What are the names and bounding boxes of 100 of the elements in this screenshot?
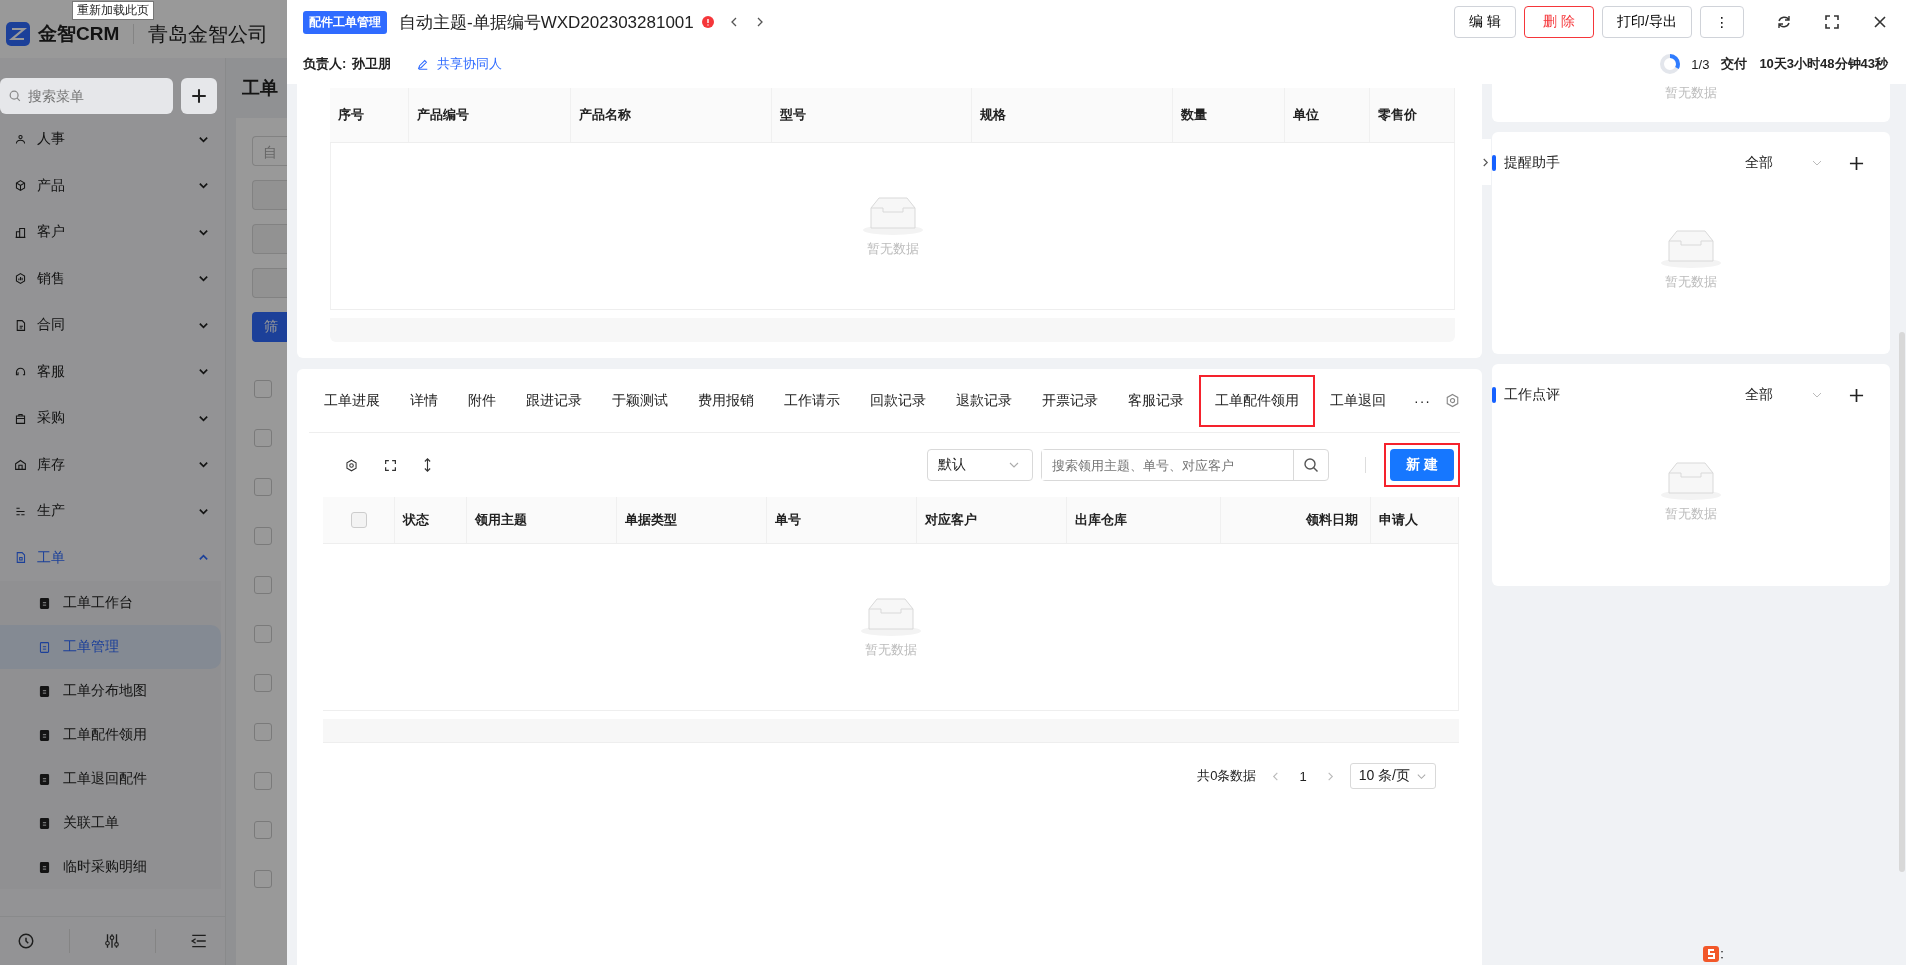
empty-box-icon xyxy=(1659,227,1723,269)
nav-item[interactable]: 采购 xyxy=(0,395,225,442)
filter-button[interactable]: 筛 xyxy=(252,312,287,342)
tab[interactable]: 工单退回 xyxy=(1315,377,1401,424)
nav-subitem[interactable]: 工单退回配件 xyxy=(0,757,221,801)
search-icon xyxy=(1303,457,1319,473)
tab[interactable]: 详情 xyxy=(395,377,453,424)
more-tabs-button[interactable]: ··· xyxy=(1414,392,1431,409)
column-header: 规格 xyxy=(972,88,1173,142)
tab[interactable]: 退款记录 xyxy=(941,377,1027,424)
nav-subitem[interactable]: 工单分布地图 xyxy=(0,669,221,713)
column-header: 出库仓库 xyxy=(1067,497,1221,543)
refresh-icon[interactable] xyxy=(1776,14,1792,30)
row-height-icon[interactable] xyxy=(423,458,432,472)
column-header: 型号 xyxy=(772,88,972,142)
search-field[interactable]: 搜索领用主题、单号、对应客户 xyxy=(1041,449,1329,481)
close-icon[interactable] xyxy=(1872,14,1888,30)
total-count: 共0条数据 xyxy=(1197,767,1257,785)
header-button[interactable]: 删 除 xyxy=(1524,6,1595,38)
tab[interactable]: 附件 xyxy=(453,377,511,424)
chevron-icon xyxy=(198,180,209,192)
header-button[interactable]: ⋮ xyxy=(1700,6,1744,38)
tab[interactable]: 工作请示 xyxy=(769,377,855,424)
nav-item[interactable]: 库存 xyxy=(0,441,225,488)
empty-text: 暂无数据 xyxy=(1665,84,1717,102)
nav-subitem[interactable]: 关联工单 xyxy=(0,801,221,845)
column-header: 领料日期 xyxy=(1221,497,1371,543)
tab[interactable]: 工单配件领用 xyxy=(1199,374,1315,427)
fullscreen-icon[interactable] xyxy=(384,458,397,472)
header-button[interactable]: 编 辑 xyxy=(1454,6,1517,38)
document-icon xyxy=(38,728,51,742)
owner-label: 负责人: xyxy=(303,55,347,73)
column-header: 单位 xyxy=(1285,88,1370,142)
tab[interactable]: 工单进展 xyxy=(309,377,395,424)
menu-search-field[interactable]: 搜索菜单 xyxy=(0,78,173,114)
tab[interactable]: 跟进记录 xyxy=(511,377,597,424)
panel-filter-select[interactable]: 全部 xyxy=(1745,386,1823,404)
row-checkbox[interactable] xyxy=(254,674,272,692)
add-icon[interactable] xyxy=(1849,155,1864,171)
tab[interactable]: 于颖测试 xyxy=(597,377,683,424)
nav-item[interactable]: 生产 xyxy=(0,488,225,535)
scrollbar-thumb[interactable] xyxy=(1899,332,1905,872)
empty-text: 暂无数据 xyxy=(864,641,917,659)
column-header: 对应客户 xyxy=(917,497,1067,543)
row-checkbox[interactable] xyxy=(254,870,272,888)
menu-search-field[interactable]: 搜索菜单 xyxy=(26,87,150,105)
page-size-select[interactable]: 10 条/页 xyxy=(1349,763,1436,789)
sliders-icon[interactable] xyxy=(103,932,122,950)
row-checkbox[interactable] xyxy=(254,625,272,643)
history-icon[interactable] xyxy=(16,932,35,950)
progress-ring xyxy=(1659,53,1682,75)
filter-field[interactable] xyxy=(252,268,287,298)
module-badge: 配件工单管理 xyxy=(303,10,387,34)
filter-field[interactable] xyxy=(252,224,287,254)
chevron-icon xyxy=(198,459,209,471)
collapse-icon[interactable] xyxy=(190,932,209,950)
tab[interactable]: 费用报销 xyxy=(683,377,769,424)
row-checkbox[interactable] xyxy=(254,527,272,545)
nav-item[interactable]: 客户 xyxy=(0,209,225,256)
row-checkbox[interactable] xyxy=(254,380,272,398)
page-number[interactable]: 1 xyxy=(1295,768,1311,784)
add-icon[interactable] xyxy=(1849,387,1864,403)
column-header: 单据类型 xyxy=(617,497,767,543)
collapse-panel-button[interactable] xyxy=(1479,139,1491,185)
document-icon xyxy=(38,860,51,874)
column-header: 零售价 xyxy=(1370,88,1455,142)
row-checkbox[interactable] xyxy=(254,576,272,594)
add-button[interactable] xyxy=(181,78,217,114)
empty-text: 暂无数据 xyxy=(866,240,919,258)
nav-item[interactable]: 产品 xyxy=(0,162,225,209)
new-button[interactable]: 新 建 xyxy=(1390,449,1454,481)
filter-select[interactable]: 默认 xyxy=(927,449,1033,481)
nav-item[interactable]: 合同 xyxy=(0,302,225,349)
row-checkbox[interactable] xyxy=(254,478,272,496)
filter-field[interactable] xyxy=(252,180,287,210)
search-icon xyxy=(8,89,22,103)
module-icon xyxy=(14,551,27,565)
row-checkbox[interactable] xyxy=(254,723,272,741)
row-checkbox[interactable] xyxy=(254,772,272,790)
module-icon xyxy=(14,179,27,193)
header-button[interactable]: 打印/导出 xyxy=(1602,6,1692,38)
column-header: 序号 xyxy=(330,88,409,142)
fullscreen-icon[interactable] xyxy=(1824,14,1840,30)
panel-filter-select[interactable]: 全部 xyxy=(1745,154,1823,172)
row-checkbox[interactable] xyxy=(254,821,272,839)
tab[interactable]: 回款记录 xyxy=(855,377,941,424)
nav-item[interactable]: 销售 xyxy=(0,255,225,302)
company-name: 青岛金智公司 xyxy=(148,22,269,46)
settings-icon[interactable] xyxy=(345,458,358,472)
tab[interactable]: 客服记录 xyxy=(1113,377,1199,424)
tab[interactable]: 开票记录 xyxy=(1027,377,1113,424)
nav-item[interactable]: 客服 xyxy=(0,348,225,395)
select-all-checkbox[interactable] xyxy=(350,512,367,528)
nav-subitem[interactable]: 临时采购明细 xyxy=(0,845,221,889)
row-checkbox[interactable] xyxy=(254,429,272,447)
nav-subitem[interactable]: 工单配件领用 xyxy=(0,713,221,757)
column-header: 申请人 xyxy=(1371,497,1459,543)
nav-subitem[interactable]: 工单工作台 xyxy=(0,581,221,625)
share-link[interactable]: 共享协同人 xyxy=(437,55,503,73)
nav-item[interactable]: 人事 xyxy=(0,116,225,163)
